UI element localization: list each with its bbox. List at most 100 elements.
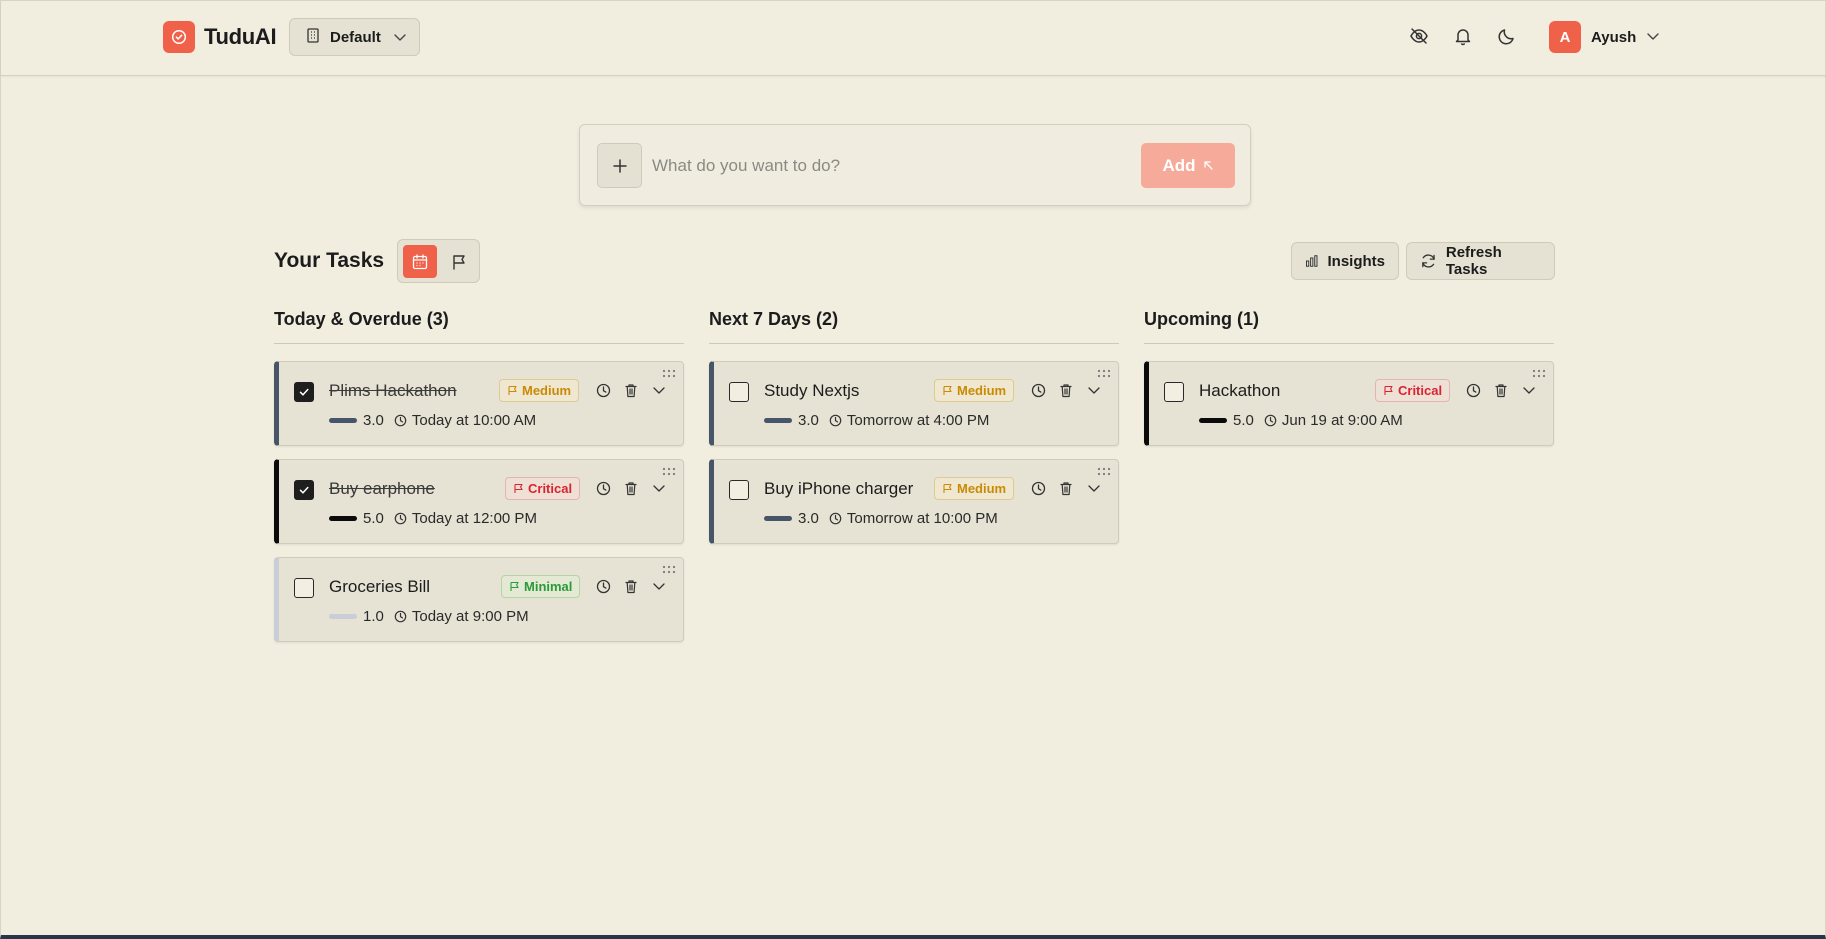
- arrow-up-left-icon: [1202, 156, 1214, 176]
- check-circle-icon: [163, 21, 195, 53]
- priority-badge: Medium: [934, 379, 1015, 402]
- add-label: Add: [1162, 155, 1196, 175]
- chevron-down-icon[interactable]: [650, 479, 668, 497]
- due-date: Tomorrow at 4:00 PM: [846, 412, 990, 429]
- trash-icon[interactable]: [1492, 381, 1510, 399]
- priority-score: 5.0: [363, 510, 384, 527]
- task-card[interactable]: Buy iPhone charger Medium 3.0 Tomorrow a…: [709, 459, 1119, 544]
- eye-off-icon[interactable]: [1408, 25, 1430, 47]
- flag-icon: [943, 483, 952, 493]
- task-meta: 3.0 Tomorrow at 4:00 PM: [764, 412, 989, 429]
- priority-view-button[interactable]: [442, 245, 476, 278]
- trash-icon[interactable]: [622, 577, 640, 595]
- task-input[interactable]: [652, 147, 1112, 185]
- priority-badge: Critical: [505, 477, 581, 500]
- priority-score: 3.0: [798, 510, 819, 527]
- drag-handle-icon[interactable]: [1097, 369, 1111, 381]
- task-checkbox[interactable]: [729, 382, 749, 402]
- task-name: Groceries Bill: [329, 577, 431, 596]
- clock-icon[interactable]: [1029, 479, 1047, 497]
- clock-icon: [1264, 414, 1277, 427]
- flag-icon: [514, 483, 523, 493]
- clock-icon: [829, 512, 842, 525]
- priority-score-bar: [1199, 418, 1227, 423]
- plus-button[interactable]: [597, 143, 642, 188]
- chevron-down-icon: [393, 29, 407, 46]
- clock-icon[interactable]: [594, 381, 612, 399]
- calendar-view-button[interactable]: [403, 245, 437, 278]
- chevron-down-icon[interactable]: [1085, 479, 1103, 497]
- task-checkbox[interactable]: [294, 578, 314, 598]
- task-card[interactable]: Plims Hackathon Medium 3.0 Today at 10:0…: [274, 361, 684, 446]
- user-menu[interactable]: A Ayush: [1549, 21, 1660, 53]
- flag-icon: [453, 254, 465, 270]
- task-checkbox[interactable]: [294, 382, 314, 402]
- clock-icon[interactable]: [594, 479, 612, 497]
- task-checkbox[interactable]: [1164, 382, 1184, 402]
- clock-icon: [394, 512, 407, 525]
- due-date: Tomorrow at 10:00 PM: [846, 510, 998, 527]
- priority-score: 1.0: [363, 608, 384, 625]
- add-button[interactable]: Add: [1141, 143, 1235, 188]
- trash-icon[interactable]: [622, 479, 640, 497]
- priority-score-bar: [764, 418, 792, 423]
- task-checkbox[interactable]: [729, 480, 749, 500]
- task-name: Hackathon: [1199, 381, 1281, 400]
- priority-score-bar: [329, 516, 357, 521]
- bar-chart-icon: [1306, 255, 1318, 267]
- clock-icon[interactable]: [594, 577, 612, 595]
- bell-icon[interactable]: [1452, 25, 1474, 47]
- priority-badge: Critical: [1375, 379, 1451, 402]
- task-card[interactable]: Study Nextjs Medium 3.0 Tomorrow at 4:00…: [709, 361, 1119, 446]
- flag-icon: [510, 581, 519, 591]
- drag-handle-icon[interactable]: [662, 565, 676, 577]
- due-date: Jun 19 at 9:00 AM: [1281, 412, 1403, 429]
- priority-score: 3.0: [363, 412, 384, 429]
- task-meta: 1.0 Today at 9:00 PM: [329, 608, 529, 625]
- column-title: Next 7 Days (2): [709, 309, 1119, 344]
- moon-icon[interactable]: [1496, 25, 1518, 47]
- trash-icon[interactable]: [1057, 479, 1075, 497]
- drag-handle-icon[interactable]: [662, 369, 676, 381]
- chevron-down-icon[interactable]: [1085, 381, 1103, 399]
- check-icon: [299, 388, 309, 396]
- drag-handle-icon[interactable]: [1532, 369, 1546, 381]
- task-name: Buy earphone: [329, 479, 435, 498]
- clock-icon[interactable]: [1464, 381, 1482, 399]
- task-card[interactable]: Groceries Bill Minimal 1.0 Today at 9:00…: [274, 557, 684, 642]
- priority-badge: Minimal: [501, 575, 581, 598]
- clock-icon[interactable]: [1029, 381, 1047, 399]
- flag-icon: [943, 385, 952, 395]
- page-title: Your Tasks: [274, 249, 385, 272]
- priority-badge: Medium: [934, 477, 1015, 500]
- insights-button[interactable]: Insights: [1291, 242, 1399, 280]
- refresh-tasks-button[interactable]: Refresh Tasks: [1406, 242, 1555, 280]
- priority-badge: Medium: [499, 379, 580, 402]
- chevron-down-icon[interactable]: [650, 381, 668, 399]
- task-name: Study Nextjs: [764, 381, 860, 400]
- building-icon: [306, 27, 320, 47]
- workspace-selector[interactable]: Default: [289, 18, 420, 56]
- column-upcoming: Upcoming (1) Hackathon Critical 5.0 Jun …: [1144, 309, 1554, 446]
- refresh-icon: [1422, 254, 1435, 268]
- add-task-bar: Add: [579, 124, 1251, 206]
- priority-score: 3.0: [798, 412, 819, 429]
- flag-icon: [508, 385, 517, 395]
- clock-icon: [394, 414, 407, 427]
- chevron-down-icon[interactable]: [1520, 381, 1538, 399]
- task-name: Plims Hackathon: [329, 381, 457, 400]
- drag-handle-icon[interactable]: [662, 467, 676, 479]
- task-checkbox[interactable]: [294, 480, 314, 500]
- priority-score: 5.0: [1233, 412, 1254, 429]
- trash-icon[interactable]: [622, 381, 640, 399]
- refresh-label: Refresh Tasks: [1445, 244, 1502, 278]
- chevron-down-icon[interactable]: [650, 577, 668, 595]
- task-meta: 3.0 Tomorrow at 10:00 PM: [764, 510, 998, 527]
- view-toggle: [397, 239, 480, 283]
- drag-handle-icon[interactable]: [1097, 467, 1111, 479]
- plus-icon: [612, 158, 627, 173]
- app-logo[interactable]: TuduAI: [163, 21, 277, 53]
- trash-icon[interactable]: [1057, 381, 1075, 399]
- task-card[interactable]: Buy earphone Critical 5.0 Today at 12:00…: [274, 459, 684, 544]
- task-card[interactable]: Hackathon Critical 5.0 Jun 19 at 9:00 AM: [1144, 361, 1554, 446]
